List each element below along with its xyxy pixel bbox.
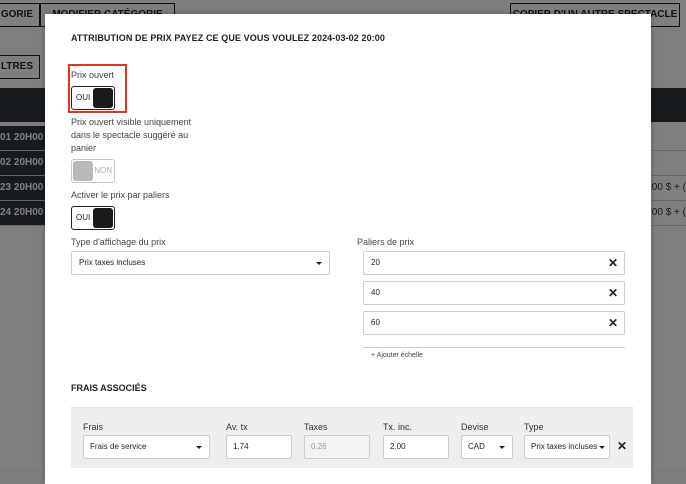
tier-input[interactable]: 60 ✕: [363, 311, 625, 335]
tiers-divider: [363, 347, 625, 348]
tier-value: 40: [371, 288, 380, 297]
fee-select[interactable]: Frais de service: [83, 435, 210, 459]
type-value: Prix taxes incluses: [531, 442, 598, 451]
toggle-knob: [73, 161, 93, 181]
display-type-select[interactable]: Prix taxes incluses: [71, 251, 330, 275]
toggle-knob: [93, 208, 113, 228]
remove-tier-icon[interactable]: ✕: [608, 252, 618, 274]
tiers-toggle-label: Activer le prix par paliers: [71, 190, 170, 200]
tier-value: 60: [371, 318, 380, 327]
caret-down-icon: [499, 446, 505, 449]
tier-input[interactable]: 40 ✕: [363, 281, 625, 305]
type-header: Type: [524, 422, 544, 432]
display-type-label: Type d'affichage du prix: [71, 237, 166, 247]
fee-header: Frais: [83, 422, 103, 432]
tax-inc-input[interactable]: 2.00: [383, 435, 449, 459]
currency-select[interactable]: CAD: [461, 435, 513, 459]
remove-fee-icon[interactable]: ✕: [617, 439, 627, 453]
currency-header: Devise: [461, 422, 489, 432]
before-tax-value: 1.74: [233, 442, 249, 451]
caret-down-icon: [196, 446, 202, 449]
fee-value: Frais de service: [90, 442, 147, 451]
tier-input[interactable]: 20 ✕: [363, 251, 625, 275]
add-tier-link[interactable]: + Ajouter échelle: [371, 352, 423, 359]
select-value: Prix taxes incluses: [79, 258, 146, 267]
taxes-header: Taxes: [304, 422, 328, 432]
toggle-text: NON: [94, 166, 112, 175]
remove-tier-icon[interactable]: ✕: [608, 312, 618, 334]
modal-title: ATTRIBUTION DE PRIX PAYEZ CE QUE VOUS VO…: [71, 33, 386, 43]
tiers-toggle[interactable]: OUI: [71, 206, 115, 230]
price-assignment-modal: ATTRIBUTION DE PRIX PAYEZ CE QUE VOUS VO…: [45, 14, 651, 484]
before-tax-input[interactable]: 1.74: [226, 435, 292, 459]
caret-down-icon: [316, 262, 322, 265]
toggle-text: OUI: [76, 213, 91, 222]
visible-only-label: Prix ouvert visible uniquement dans le s…: [71, 117, 192, 153]
tier-value: 20: [371, 258, 380, 267]
highlight-box: [68, 64, 127, 113]
visible-only-toggle[interactable]: NON: [71, 159, 115, 183]
currency-value: CAD: [468, 442, 485, 451]
fees-row-container: Frais Av. tx Taxes Tx. inc. Devise Type …: [71, 407, 633, 468]
taxes-input: 0.26: [304, 435, 370, 459]
caret-down-icon: [599, 446, 605, 449]
tax-inc-value: 2.00: [390, 442, 406, 451]
fees-section-title: FRAIS ASSOCIÉS: [71, 383, 147, 393]
before-tax-header: Av. tx: [226, 422, 248, 432]
tax-inc-header: Tx. inc.: [383, 422, 413, 432]
type-select[interactable]: Prix taxes incluses: [524, 435, 610, 459]
remove-tier-icon[interactable]: ✕: [608, 282, 618, 304]
taxes-value: 0.26: [311, 442, 327, 451]
tiers-label: Paliers de prix: [357, 237, 415, 247]
